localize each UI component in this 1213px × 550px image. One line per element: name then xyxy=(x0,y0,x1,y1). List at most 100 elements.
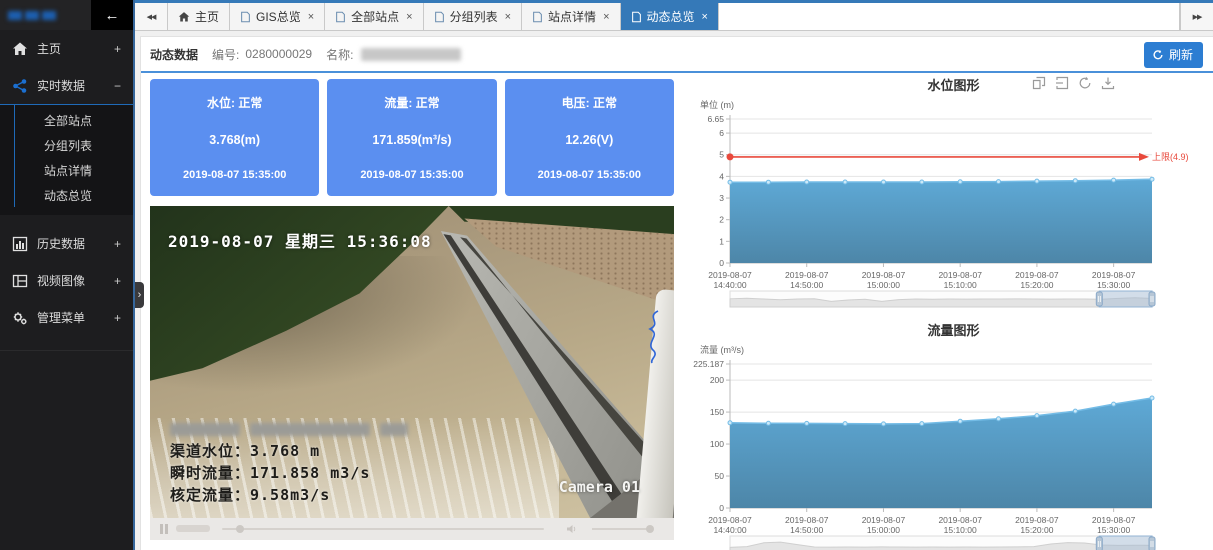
volume-icon[interactable] xyxy=(566,523,578,535)
tab-dynamic-overview[interactable]: 动态总览 × xyxy=(621,3,719,30)
double-left-arrow-icon: ◀◀ xyxy=(147,13,156,21)
datazoom-window[interactable] xyxy=(1099,536,1152,550)
tab-close-icon[interactable]: × xyxy=(702,11,708,23)
y-tick-label: 5 xyxy=(719,150,724,160)
camera-video-viewport[interactable]: 2019-08-07 星期三 15:36:08 渠道水位：3.768 m 瞬时流… xyxy=(150,206,674,518)
chart-title: 水位图形 xyxy=(692,75,1213,94)
sidebar-item-realtime-data[interactable]: 实时数据 − xyxy=(0,67,133,105)
double-right-arrow-icon: ▶▶ xyxy=(1193,13,1202,21)
sidebar-item-home[interactable]: 主页 + xyxy=(0,30,133,67)
x-tick-time: 14:40:00 xyxy=(713,280,746,290)
tabs-scroll-right-button[interactable]: ▶▶ xyxy=(1180,3,1213,30)
restore-icon[interactable] xyxy=(1078,76,1092,90)
data-point[interactable] xyxy=(1035,179,1039,183)
tab-label: 主页 xyxy=(195,8,219,25)
submenu-guide-line xyxy=(14,105,15,207)
x-tick-date: 2019-08-07 xyxy=(938,515,982,525)
sidebar-header: ← xyxy=(0,0,133,30)
x-tick-time: 15:20:00 xyxy=(1020,525,1053,535)
data-point[interactable] xyxy=(843,422,847,426)
datazoom-window[interactable] xyxy=(1099,291,1152,307)
y-tick-label: 100 xyxy=(710,439,724,449)
data-point[interactable] xyxy=(958,419,962,423)
y-axis-label: 流量 (m³/s) xyxy=(700,344,744,355)
sidebar-item-all-stations[interactable]: 全部站点 xyxy=(0,109,133,134)
tab-close-icon[interactable]: × xyxy=(406,11,412,23)
data-point[interactable] xyxy=(728,421,732,425)
data-point[interactable] xyxy=(882,422,886,426)
gears-icon xyxy=(12,310,28,326)
zoom-reset-icon[interactable] xyxy=(1055,76,1069,90)
data-point[interactable] xyxy=(766,421,770,425)
water-level-chart[interactable]: 单位 (m)01234566.65上限(4.9)2019-08-0714:40:… xyxy=(692,95,1213,311)
data-point[interactable] xyxy=(1150,396,1154,400)
tab-close-icon[interactable]: × xyxy=(603,11,609,23)
data-point[interactable] xyxy=(997,417,1001,421)
x-tick-date: 2019-08-07 xyxy=(708,515,752,525)
y-tick-label: 50 xyxy=(715,471,725,481)
water-level-card: 水位: 正常 3.768(m) 2019-08-07 15:35:00 xyxy=(150,79,319,196)
tab-gis-overview[interactable]: GIS总览 × xyxy=(230,3,325,30)
data-point[interactable] xyxy=(805,180,809,184)
x-tick-time: 14:50:00 xyxy=(790,525,823,535)
data-point[interactable] xyxy=(920,180,924,184)
panel-header: 动态数据 编号: 0280000029 名称: 刷新 xyxy=(141,37,1213,67)
datazoom-handle[interactable] xyxy=(1149,537,1155,550)
threshold-label: 上限(4.9) xyxy=(1152,152,1189,162)
data-point[interactable] xyxy=(997,180,1001,184)
volume-slider[interactable] xyxy=(592,528,652,530)
sidebar-expand-handle[interactable]: › xyxy=(135,282,144,308)
y-tick-label: 150 xyxy=(710,407,724,417)
seek-bar[interactable] xyxy=(222,528,544,530)
data-point[interactable] xyxy=(958,180,962,184)
tab-all-stations[interactable]: 全部站点 × xyxy=(325,3,423,30)
sidebar-collapse-button[interactable]: ← xyxy=(91,0,133,30)
x-tick-time: 15:20:00 xyxy=(1020,280,1053,290)
data-point[interactable] xyxy=(728,180,732,184)
sidebar-item-video-image[interactable]: 视频图像 + xyxy=(0,262,133,299)
data-point[interactable] xyxy=(920,422,924,426)
card-timestamp: 2019-08-07 15:35:00 xyxy=(360,169,463,181)
sidebar-item-label: 历史数据 xyxy=(37,235,105,252)
station-name-label: 名称: xyxy=(326,46,353,63)
data-point[interactable] xyxy=(766,180,770,184)
data-point[interactable] xyxy=(1112,402,1116,406)
chart-toolbox xyxy=(1032,76,1115,90)
tabs-scroll-left-button[interactable]: ◀◀ xyxy=(135,3,168,30)
seek-handle[interactable] xyxy=(236,525,244,533)
tab-home[interactable]: 主页 xyxy=(168,3,230,30)
sidebar-item-management-menu[interactable]: 管理菜单 + xyxy=(0,299,133,336)
refresh-button[interactable]: 刷新 xyxy=(1144,42,1203,68)
tab-station-detail[interactable]: 站点详情 × xyxy=(522,3,620,30)
tab-close-icon[interactable]: × xyxy=(505,11,511,23)
chart-title: 流量图形 xyxy=(692,320,1213,339)
data-point[interactable] xyxy=(843,180,847,184)
datazoom-handle[interactable] xyxy=(1096,537,1102,550)
volume-handle[interactable] xyxy=(646,525,654,533)
sidebar-item-history-data[interactable]: 历史数据 + xyxy=(0,225,133,262)
data-point[interactable] xyxy=(1035,414,1039,418)
data-point[interactable] xyxy=(1112,178,1116,182)
datazoom-handle[interactable] xyxy=(1096,292,1102,306)
sidebar-item-station-detail[interactable]: 站点详情 xyxy=(0,159,133,184)
flow-chart[interactable]: 流量 (m³/s)050100150200225.1872019-08-0714… xyxy=(692,340,1213,550)
data-point[interactable] xyxy=(882,180,886,184)
y-tick-label: 0 xyxy=(719,503,724,513)
save-image-icon[interactable] xyxy=(1101,76,1115,90)
datazoom-handle[interactable] xyxy=(1149,292,1155,306)
data-point[interactable] xyxy=(805,421,809,425)
data-point[interactable] xyxy=(1073,409,1077,413)
tab-close-icon[interactable]: × xyxy=(308,11,314,23)
data-zoom-icon[interactable] xyxy=(1032,76,1046,90)
sidebar-item-dynamic-overview[interactable]: 动态总览 xyxy=(0,184,133,209)
refresh-label: 刷新 xyxy=(1169,46,1193,63)
sidebar-item-group-list[interactable]: 分组列表 xyxy=(0,134,133,159)
tab-group-list[interactable]: 分组列表 × xyxy=(424,3,522,30)
pause-icon[interactable] xyxy=(160,524,168,534)
sidebar-divider xyxy=(0,350,133,351)
osd-approved-flow: 核定流量：9.58m3/s xyxy=(170,484,408,506)
data-point[interactable] xyxy=(1150,177,1154,181)
data-point[interactable] xyxy=(1073,179,1077,183)
card-title: 水位: 正常 xyxy=(207,94,262,111)
y-axis-label: 单位 (m) xyxy=(700,99,734,110)
